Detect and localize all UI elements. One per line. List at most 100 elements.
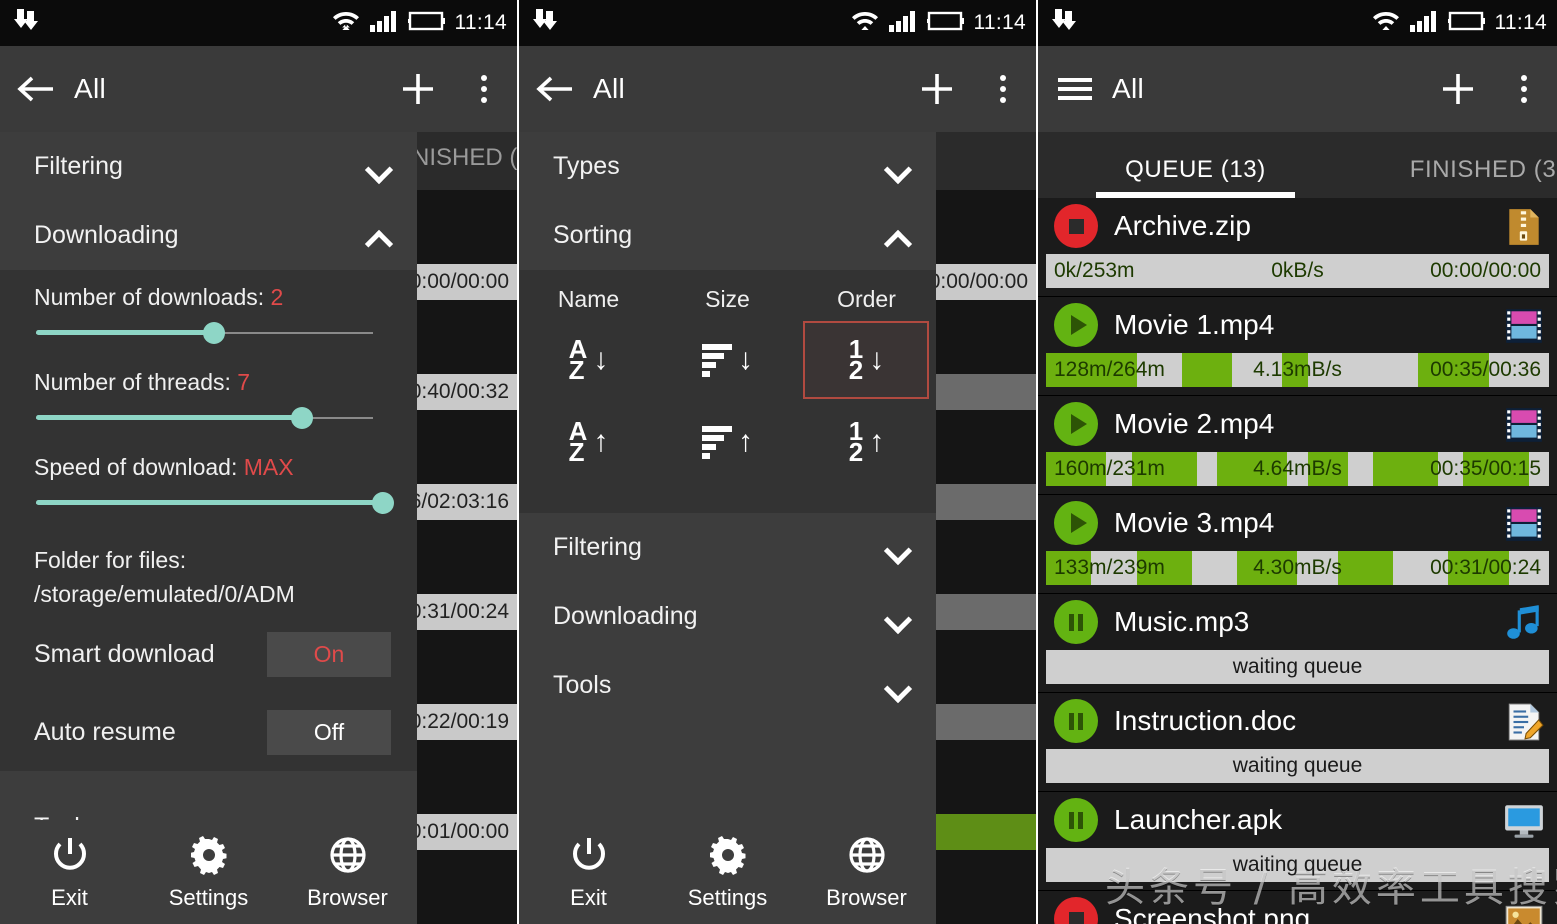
hamburger-icon[interactable]: [1038, 75, 1112, 103]
sort-column-name: Name A Z ↓ A Z ↑: [520, 286, 658, 485]
play-button[interactable]: [1054, 501, 1098, 545]
sort-header-name: Name: [557, 286, 620, 312]
download-file-name: Instruction.doc: [1114, 705, 1297, 736]
download-file-name: Movie 1.mp4: [1114, 309, 1275, 340]
section-filtering[interactable]: Filtering: [0, 132, 417, 201]
status-clock: 11:14: [973, 11, 1026, 34]
setting-auto-resume: Auto resume Off: [0, 693, 417, 771]
overflow-menu-button[interactable]: [1491, 46, 1557, 132]
file-type-doc-icon: [1503, 701, 1544, 741]
download-row[interactable]: Instruction.doc waiting queue: [1038, 693, 1557, 792]
section-tools[interactable]: Tools: [0, 793, 417, 820]
auto-resume-toggle[interactable]: Off: [267, 709, 391, 755]
section-tools[interactable]: Tools: [519, 651, 936, 720]
sort-order-ascending[interactable]: 1 2 ↑: [803, 403, 929, 481]
progress-bar: 0k/253m 0kB/s 00:00/00:00: [1046, 254, 1549, 288]
gear-icon: [707, 834, 749, 881]
signal-icon: [369, 8, 399, 39]
phone-panel-3: 11:14 All QUEUE (13) FINISHED (3 Archive…: [1038, 0, 1557, 924]
gear-icon: [188, 834, 230, 881]
back-arrow-icon[interactable]: [519, 74, 593, 104]
tab-queue[interactable]: QUEUE (13): [1088, 156, 1303, 198]
az-up-icon: A Z ↑: [568, 415, 609, 467]
add-download-button[interactable]: [1425, 46, 1491, 132]
globe-icon: [846, 834, 888, 881]
status-bar: 11:14: [1038, 0, 1557, 46]
tab-finished-label: FINISHED (3: [1409, 156, 1557, 183]
download-row[interactable]: Screenshot.png0k/11.1m0kB/s00:00/00:00: [1038, 891, 1557, 924]
smart-download-toggle[interactable]: On: [267, 631, 391, 677]
play-button[interactable]: [1054, 303, 1098, 347]
section-types[interactable]: Types: [519, 132, 936, 201]
section-sorting[interactable]: Sorting: [519, 201, 936, 270]
sort-name-ascending[interactable]: A Z ↑: [525, 403, 651, 481]
overflow-dots-icon: [1521, 75, 1527, 103]
sort-name-descending[interactable]: A Z ↓: [525, 321, 651, 399]
threads-slider[interactable]: [36, 396, 391, 440]
chevron-down-icon: [365, 152, 395, 182]
download-row[interactable]: Movie 1.mp4 128m/264m 4.13mB/s 00:35/00:36: [1038, 297, 1557, 396]
download-list[interactable]: Archive.zip 0k/253m 0kB/s 00:00/00:00 Movie …: [1038, 198, 1557, 924]
download-row[interactable]: Launcher.apk waiting queue: [1038, 792, 1557, 891]
downloads-value: 2: [270, 284, 284, 310]
bottom-nav-2: Exit Settings Browser: [519, 820, 936, 924]
bottom-nav-settings[interactable]: Settings: [658, 834, 797, 911]
section-downloading[interactable]: Downloading: [519, 582, 936, 651]
chevron-up-icon: [884, 221, 914, 251]
action-bar-1: All: [0, 46, 517, 132]
bottom-nav-browser[interactable]: Browser: [278, 834, 417, 911]
bottom-nav-browser[interactable]: Browser: [797, 834, 936, 911]
section-downloading[interactable]: Downloading: [0, 201, 417, 270]
signal-icon: [888, 8, 918, 39]
sort-size-descending[interactable]: ↓: [664, 321, 790, 399]
download-row[interactable]: Movie 2.mp4 160m/231m 4.64mB/s 00:35/00:15: [1038, 396, 1557, 495]
tab-bar: QUEUE (13) FINISHED (3: [1038, 132, 1557, 198]
add-download-button[interactable]: [904, 46, 970, 132]
pause-button[interactable]: [1054, 600, 1098, 644]
battery-icon: [926, 10, 966, 37]
sort-size-ascending[interactable]: ↑: [664, 403, 790, 481]
download-arrow-icon: [533, 7, 559, 40]
play-button[interactable]: [1054, 402, 1098, 446]
page-title-1: All: [74, 73, 107, 104]
downloads-slider[interactable]: [36, 311, 391, 355]
section-filtering-label: Filtering: [553, 533, 642, 561]
section-downloading-label: Downloading: [34, 221, 179, 249]
settings-drawer-2: Types Sorting Name A Z ↓ A Z ↑ Size ↓ ↑ …: [519, 132, 936, 924]
stop-button[interactable]: [1054, 897, 1098, 924]
file-type-zip-icon: [1503, 206, 1543, 246]
pause-button[interactable]: [1054, 798, 1098, 842]
section-filtering[interactable]: Filtering: [519, 513, 936, 582]
progress-time: 00:35/00:15: [1430, 457, 1541, 480]
bottom-nav-exit[interactable]: Exit: [519, 834, 658, 911]
tab-finished[interactable]: FINISHED (3: [1353, 156, 1557, 198]
back-arrow-icon[interactable]: [0, 74, 74, 104]
chevron-down-icon: [884, 533, 914, 563]
add-download-button[interactable]: [385, 46, 451, 132]
download-row[interactable]: Archive.zip 0k/253m 0kB/s 00:00/00:00: [1038, 198, 1557, 297]
progress-status: waiting queue: [1232, 853, 1363, 876]
section-types-label: Types: [553, 152, 620, 180]
chevron-down-icon: [884, 152, 914, 182]
stop-button[interactable]: [1054, 204, 1098, 248]
progress-status: waiting queue: [1232, 754, 1363, 777]
wifi-icon: [1371, 8, 1401, 39]
bottom-nav-settings[interactable]: Settings: [139, 834, 278, 911]
tab-queue-label: QUEUE (13): [1125, 156, 1266, 183]
chevron-up-icon: [365, 221, 395, 251]
download-row[interactable]: Movie 3.mp4 133m/239m 4.30mB/s 00:31/00:24: [1038, 495, 1557, 594]
progress-status: waiting queue: [1232, 655, 1363, 678]
progress-bar: waiting queue: [1046, 749, 1549, 783]
action-bar-3: All: [1038, 46, 1557, 132]
setting-folder[interactable]: Folder for files: /storage/emulated/0/AD…: [0, 525, 417, 615]
pause-button[interactable]: [1054, 699, 1098, 743]
sort-order-descending[interactable]: 1 2 ↓: [803, 321, 930, 399]
bottom-nav-exit[interactable]: Exit: [0, 834, 139, 911]
overflow-menu-button[interactable]: [970, 46, 1036, 132]
speed-slider[interactable]: [36, 481, 395, 525]
download-row[interactable]: Music.mp3 waiting queue: [1038, 594, 1557, 693]
power-icon: [49, 834, 91, 881]
screenshot-root: 11:14 All NISHED (3: [0, 0, 1557, 924]
progress-time: 00:35/00:36: [1430, 358, 1541, 381]
overflow-menu-button[interactable]: [451, 46, 517, 132]
